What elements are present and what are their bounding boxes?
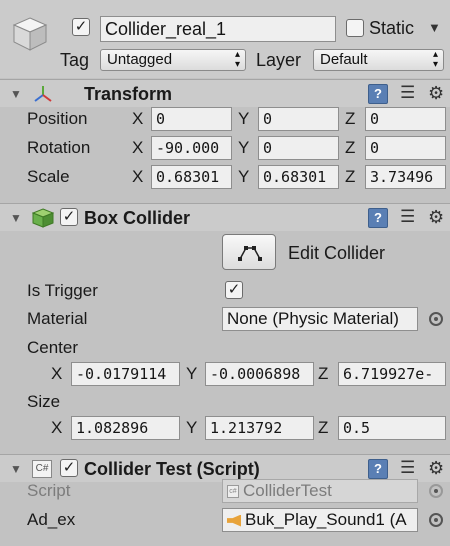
ad-ex-picker-icon[interactable] — [429, 513, 443, 527]
rotation-label: Rotation — [27, 138, 91, 157]
is-trigger-label: Is Trigger — [27, 281, 98, 300]
script-preset-icon[interactable]: ☰ — [400, 458, 415, 478]
layer-label: Layer — [256, 50, 302, 70]
center-y-input[interactable]: -0.0006898 — [205, 362, 314, 386]
static-checkbox[interactable] — [346, 19, 364, 37]
script-label: Script — [27, 481, 71, 500]
layer-value: Default — [320, 51, 368, 68]
object-name-input[interactable]: Collider_real_1 — [100, 16, 336, 42]
box-collider-gear-icon[interactable]: ⚙ — [428, 207, 444, 227]
audio-source-icon — [227, 514, 241, 527]
script-component-title: Collider Test (Script) — [84, 459, 260, 479]
transform-help-icon[interactable]: ? — [368, 84, 388, 104]
position-y-input[interactable]: 0 — [258, 107, 339, 131]
script-component-header[interactable]: ▼ C# ✓ Collider Test (Script) ? ☰ ⚙ — [0, 454, 450, 482]
position-z-label: Z — [345, 109, 356, 128]
scale-z-label: Z — [345, 167, 356, 186]
transform-preset-icon[interactable]: ☰ — [400, 83, 415, 103]
static-label: Static — [369, 18, 415, 38]
edit-collider-label: Edit Collider — [288, 243, 386, 263]
position-x-label: X — [132, 109, 144, 128]
transform-header[interactable]: ▼ Transform ? ☰ ⚙ — [0, 79, 450, 107]
rotation-y-input[interactable]: 0 — [258, 136, 339, 160]
active-checkbox[interactable]: ✓ — [72, 18, 90, 36]
scale-x-input[interactable]: 0.68301 — [151, 165, 232, 189]
box-collider-title: Box Collider — [84, 208, 191, 228]
gameobject-cube-icon — [12, 17, 48, 51]
scale-z-input[interactable]: 3.73496 — [365, 165, 446, 189]
script-picker-icon — [429, 484, 443, 498]
material-label: Material — [27, 309, 88, 328]
script-field: c# ColliderTest — [222, 479, 418, 503]
center-z-label: Z — [318, 364, 329, 383]
position-x-input[interactable]: 0 — [151, 107, 232, 131]
layer-dropdown-arrows-icon: ▴ ▾ — [432, 49, 438, 70]
scale-label: Scale — [27, 167, 70, 186]
is-trigger-checkbox[interactable]: ✓ — [225, 281, 243, 299]
script-value: ColliderTest — [243, 481, 332, 500]
center-label: Center — [27, 338, 79, 357]
transform-gear-icon[interactable]: ⚙ — [428, 83, 444, 103]
tag-dropdown[interactable]: Untagged ▴ ▾ — [100, 49, 246, 71]
layer-dropdown[interactable]: Default ▴ ▾ — [313, 49, 444, 71]
box-collider-preset-icon[interactable]: ☰ — [400, 207, 415, 227]
transform-axes-icon — [34, 86, 52, 102]
rotation-x-input[interactable]: -90.000 — [151, 136, 232, 160]
rotation-z-label: Z — [345, 138, 356, 157]
ad-ex-value: Buk_Play_Sound1 (A — [245, 510, 407, 529]
transform-foldout-icon[interactable]: ▼ — [10, 87, 22, 101]
center-z-input[interactable]: 6.719927e- — [338, 362, 446, 386]
edit-collider-button[interactable] — [222, 234, 276, 270]
ad-ex-label: Ad_ex — [27, 510, 76, 529]
edit-collider-icon — [238, 246, 262, 261]
material-field[interactable]: None (Physic Material) — [222, 307, 418, 331]
center-x-input[interactable]: -0.0179114 — [71, 362, 180, 386]
script-file-icon: c# — [227, 485, 239, 499]
position-z-input[interactable]: 0 — [365, 107, 446, 131]
size-x-label: X — [51, 418, 63, 437]
size-z-input[interactable]: 0.5 — [338, 416, 446, 440]
box-collider-enabled-checkbox[interactable]: ✓ — [60, 208, 78, 226]
size-label: Size — [27, 392, 61, 411]
scale-y-input[interactable]: 0.68301 — [258, 165, 339, 189]
static-dropdown-icon[interactable]: ▼ — [428, 20, 441, 35]
scale-x-label: X — [132, 167, 144, 186]
position-y-label: Y — [238, 109, 250, 128]
box-collider-foldout-icon[interactable]: ▼ — [10, 211, 22, 225]
box-collider-header[interactable]: ▼ ✓ Box Collider ? ☰ ⚙ — [0, 203, 450, 231]
script-enabled-checkbox[interactable]: ✓ — [60, 459, 78, 477]
tag-value: Untagged — [107, 51, 173, 68]
box-collider-help-icon[interactable]: ? — [368, 208, 388, 228]
rotation-z-input[interactable]: 0 — [365, 136, 446, 160]
tag-dropdown-arrows-icon: ▴ ▾ — [234, 49, 240, 70]
material-picker-icon[interactable] — [429, 312, 443, 326]
box-collider-cube-icon — [32, 208, 54, 228]
transform-title: Transform — [84, 84, 173, 104]
size-y-input[interactable]: 1.213792 — [205, 416, 314, 440]
ad-ex-field[interactable]: Buk_Play_Sound1 (A — [222, 508, 418, 532]
size-z-label: Z — [318, 418, 329, 437]
size-x-input[interactable]: 1.082896 — [71, 416, 180, 440]
center-y-label: Y — [186, 364, 198, 383]
rotation-x-label: X — [132, 138, 144, 157]
script-foldout-icon[interactable]: ▼ — [10, 462, 22, 476]
rotation-y-label: Y — [238, 138, 250, 157]
size-y-label: Y — [186, 418, 198, 437]
script-help-icon[interactable]: ? — [368, 459, 388, 479]
scale-y-label: Y — [238, 167, 250, 186]
position-label: Position — [27, 109, 88, 128]
center-x-label: X — [51, 364, 63, 383]
gameobject-header: ✓ Collider_real_1 Static ▼ Tag Untagged … — [0, 0, 450, 78]
script-gear-icon[interactable]: ⚙ — [428, 458, 444, 478]
tag-label: Tag — [60, 50, 90, 70]
csharp-script-icon: C# — [32, 460, 52, 478]
